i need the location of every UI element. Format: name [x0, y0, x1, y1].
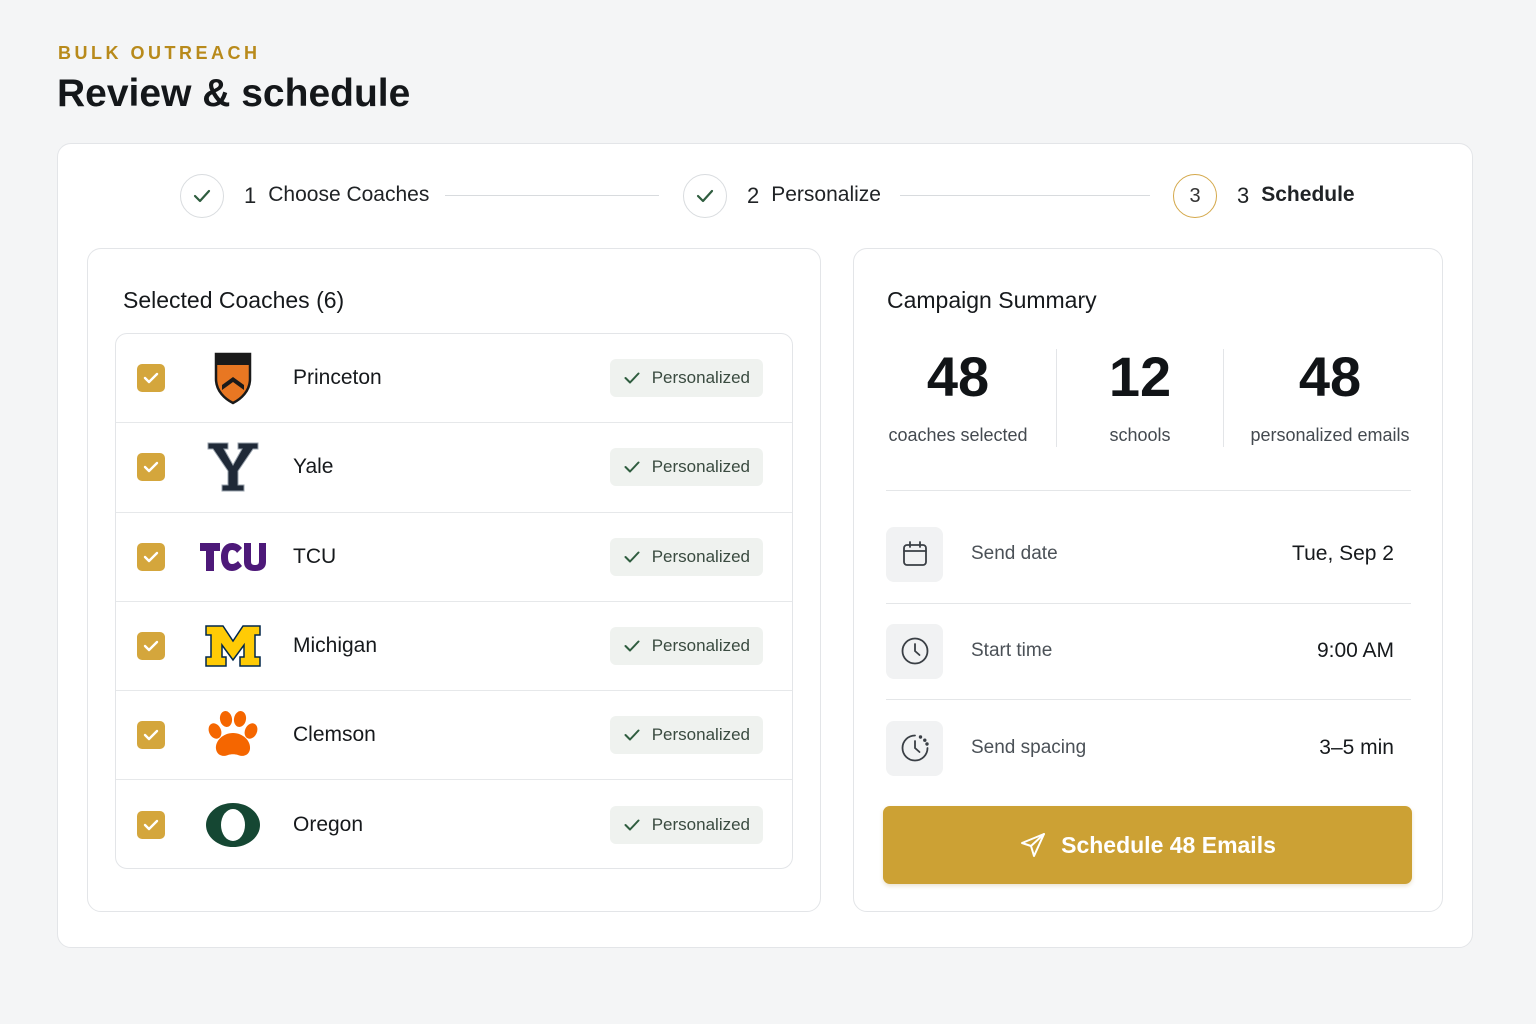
detail-label: Send date: [971, 543, 1058, 564]
detail-label: Start time: [971, 640, 1053, 661]
coach-row[interactable]: TCU Personalized: [116, 513, 792, 602]
personalized-badge: Personalized: [609, 806, 763, 845]
step-connector: [900, 195, 1150, 196]
stat-label: personalized emails: [1250, 425, 1410, 445]
clemson-paw-logo: [198, 705, 268, 765]
page-title: Review & schedule: [57, 72, 411, 115]
send-date-row[interactable]: Send date Tue, Sep 2: [886, 526, 1411, 582]
personalized-badge: Personalized: [609, 537, 763, 576]
stat-coaches-selected: 48 coaches selected: [887, 349, 1029, 446]
school-name: Michigan: [293, 634, 378, 658]
school-name: Princeton: [293, 366, 382, 390]
clock-spacing-icon: [886, 720, 943, 776]
stat-value: 12: [1108, 345, 1172, 408]
checkbox-checked[interactable]: [137, 542, 165, 571]
panel-title: Campaign Summary: [887, 287, 1097, 313]
calendar-icon: [886, 526, 943, 582]
coach-row[interactable]: Oregon Personalized: [116, 780, 792, 868]
detail-label: Send spacing: [971, 737, 1087, 758]
step-label: 1 Choose Coaches: [244, 183, 430, 208]
clock-icon: [886, 623, 943, 679]
step-connector: [445, 195, 659, 196]
checkbox-checked[interactable]: [137, 364, 165, 393]
check-icon: [624, 461, 640, 473]
stat-value: 48: [926, 345, 990, 408]
send-spacing-row[interactable]: Send spacing 3–5 min: [886, 720, 1411, 776]
eyebrow-label: BULK OUTREACH: [58, 43, 261, 63]
school-name: Oregon: [293, 813, 364, 837]
checkbox-checked[interactable]: [137, 721, 165, 750]
stat-value: 48: [1298, 345, 1362, 408]
check-icon: [683, 174, 727, 218]
check-icon: [624, 729, 640, 741]
divider: [886, 603, 1411, 604]
personalized-badge: Personalized: [609, 627, 763, 666]
checkbox-checked[interactable]: [137, 811, 165, 840]
michigan-block-m-logo: [198, 616, 268, 676]
button-label: Schedule 48 Emails: [1061, 831, 1276, 858]
review-card: 1 Choose Coaches 2 Personalize 3 3 Sched…: [57, 143, 1473, 948]
step-number-circle: 3: [1173, 174, 1217, 218]
princeton-shield-logo: [198, 348, 268, 408]
school-name: TCU: [293, 544, 337, 568]
oregon-o-logo: [198, 795, 268, 855]
coach-row[interactable]: Princeton Personalized: [116, 334, 792, 424]
schedule-emails-button[interactable]: Schedule 48 Emails: [883, 806, 1412, 884]
campaign-summary-panel: Campaign Summary 48 coaches selected 12 …: [853, 248, 1443, 912]
personalized-badge: Personalized: [609, 716, 763, 755]
send-icon: [1021, 833, 1046, 857]
stat-divider: [1056, 349, 1057, 447]
stat-schools: 12 schools: [1084, 349, 1196, 446]
check-icon: [624, 372, 640, 384]
school-name: Clemson: [293, 723, 376, 747]
tcu-logo: [198, 527, 268, 587]
check-icon: [624, 640, 640, 652]
divider: [886, 490, 1411, 491]
detail-value: Tue, Sep 2: [1292, 542, 1394, 565]
checkbox-checked[interactable]: [137, 453, 165, 482]
step-personalize[interactable]: 2 Personalize: [683, 174, 881, 218]
yale-y-logo: [198, 437, 268, 497]
step-label: 3 Schedule: [1237, 183, 1355, 208]
school-name: Yale: [293, 455, 334, 479]
detail-value: 9:00 AM: [1316, 639, 1394, 662]
coach-row[interactable]: Yale Personalized: [116, 423, 792, 513]
personalized-badge: Personalized: [609, 448, 763, 487]
divider: [886, 699, 1411, 700]
start-time-row[interactable]: Start time 9:00 AM: [886, 623, 1411, 679]
checkbox-checked[interactable]: [137, 632, 165, 661]
stat-label: coaches selected: [888, 425, 1028, 445]
coach-row[interactable]: Michigan Personalized: [116, 602, 792, 692]
detail-value: 3–5 min: [1319, 736, 1394, 759]
check-icon: [180, 174, 224, 218]
stat-divider: [1223, 349, 1224, 447]
coach-row[interactable]: Clemson Personalized: [116, 691, 792, 781]
step-schedule[interactable]: 3 3 Schedule: [1173, 174, 1355, 218]
selected-coaches-panel: Selected Coaches (6) Princeton Personali…: [87, 248, 821, 912]
coach-list: Princeton Personalized Yale Personalized…: [115, 333, 793, 869]
stat-label: schools: [1109, 425, 1171, 445]
step-label: 2 Personalize: [747, 183, 881, 208]
stat-personalized-emails: 48 personalized emails: [1246, 349, 1414, 446]
check-icon: [624, 819, 640, 831]
personalized-badge: Personalized: [609, 359, 763, 398]
check-icon: [624, 551, 640, 563]
step-choose-coaches[interactable]: 1 Choose Coaches: [180, 174, 429, 218]
panel-title: Selected Coaches (6): [123, 287, 345, 313]
